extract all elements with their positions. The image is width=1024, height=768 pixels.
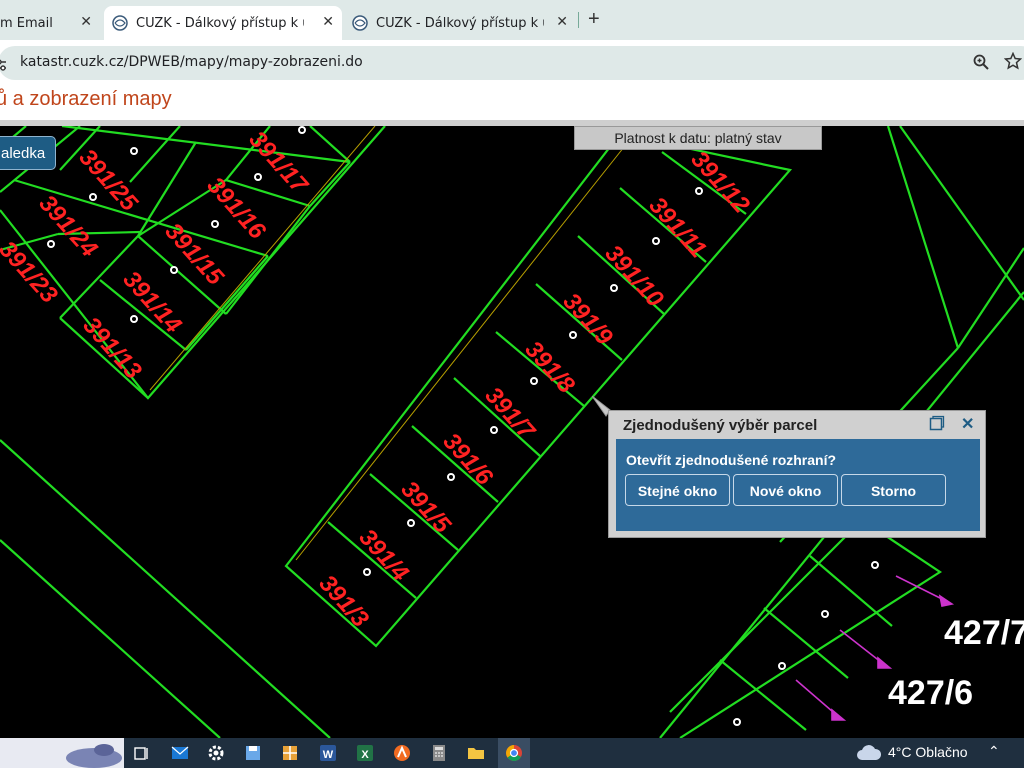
cuzk-favicon-icon (352, 15, 368, 31)
dialog-question: Otevřít zjednodušené rozhraní? (626, 452, 837, 468)
parcel-point (447, 473, 455, 481)
tab-separator (578, 12, 579, 28)
parcel-selection-dialog: Zjednodušený výběr parcel ✕ Otevřít zjed… (608, 410, 986, 538)
tab-title: ČÚZK - Dálkový přístup k údajů (136, 15, 304, 31)
parcel-label: 391/13 (78, 312, 148, 385)
new-window-button[interactable]: Nové okno (733, 474, 838, 506)
parcel-label: 427/6 (888, 674, 973, 712)
cancel-button[interactable]: Storno (841, 474, 946, 506)
taskbar: W X 4°C Oblačno ⌃ (0, 738, 1024, 768)
bookmark-star-icon[interactable] (1004, 52, 1022, 70)
cloud-icon[interactable] (856, 744, 882, 762)
parcel-point (821, 610, 829, 618)
validity-label: Platnost k datu: platný stav (574, 126, 822, 150)
chrome-icon[interactable] (504, 743, 524, 763)
dialog-title: Zjednodušený výběr parcel (623, 417, 818, 434)
page-title: ů a zobrazení mapy (0, 88, 172, 110)
address-bar-row: katastr.cuzk.cz/DPWEB/mapy/mapy-zobrazen… (0, 40, 1024, 86)
parcel-point (211, 220, 219, 228)
page-header: ů a zobrazení mapy (0, 86, 1024, 120)
parcel-label: 391/7 (480, 382, 541, 446)
disk-icon[interactable] (243, 743, 263, 763)
calculator-grid-icon[interactable] (280, 743, 300, 763)
address-bar[interactable]: katastr.cuzk.cz/DPWEB/mapy/mapy-zobrazen… (0, 46, 1024, 80)
task-view-icon[interactable] (132, 743, 152, 763)
parcel-point (130, 147, 138, 155)
parcel-point (130, 315, 138, 323)
parcel-point (89, 193, 97, 201)
parcel-labels-right: 427/7 427/6 (888, 614, 1024, 712)
parcel-point (778, 662, 786, 670)
parcel-label: 391/9 (558, 288, 619, 351)
parcel-label: 391/5 (396, 476, 457, 539)
svg-text:W: W (323, 749, 334, 761)
parcel-labels-center: 391/12 391/11 391/10 391/9 391/8 391/7 3… (314, 146, 756, 633)
search-nav-button[interactable]: aledka (0, 136, 56, 170)
parcel-point (569, 331, 577, 339)
weather-condition: Oblačno (915, 744, 968, 760)
avast-icon[interactable] (392, 743, 412, 763)
parcel-point (733, 718, 741, 726)
address-url[interactable]: katastr.cuzk.cz/DPWEB/mapy/mapy-zobrazen… (20, 54, 363, 70)
calculator-icon[interactable] (429, 743, 449, 763)
parcel-point (407, 519, 415, 527)
parcel-point (695, 187, 703, 195)
tab-close-icon[interactable]: ✕ (80, 14, 92, 30)
parcel-label: 391/10 (600, 240, 670, 313)
browser-tab-strip: m Email ✕ ČÚZK - Dálkový přístup k údajů… (0, 0, 1024, 40)
temperature-value: 4°C (888, 744, 912, 760)
tab-email[interactable]: m Email ✕ (0, 6, 100, 40)
tab-cuzk-active[interactable]: ČÚZK - Dálkový přístup k údajů ✕ (104, 6, 342, 40)
mail-icon[interactable] (170, 743, 190, 763)
cuzk-favicon-icon (112, 15, 128, 31)
parcel-label: 391/15 (160, 218, 230, 291)
settings-icon[interactable] (206, 743, 226, 763)
svg-text:X: X (361, 749, 369, 761)
tab-close-icon[interactable]: ✕ (322, 14, 334, 30)
parcel-label: 391/6 (438, 428, 499, 491)
parcel-point (530, 377, 538, 385)
dialog-body: Otevřít zjednodušené rozhraní? Stejné ok… (616, 439, 980, 531)
parcel-point (298, 126, 306, 134)
chevron-up-icon[interactable]: ⌃ (988, 743, 1000, 760)
parcel-label: 391/4 (354, 524, 414, 587)
parcel-point (610, 284, 618, 292)
file-explorer-icon[interactable] (466, 743, 486, 763)
parcel-point (490, 426, 498, 434)
parcel-label: 391/12 (686, 146, 756, 219)
parcel-label: 427/7 (944, 614, 1024, 652)
tab-title: ČÚZK - Dálkový přístup k údajů (376, 15, 544, 31)
maximize-icon[interactable] (929, 415, 945, 431)
parcel-point (363, 568, 371, 576)
excel-icon[interactable]: X (355, 743, 375, 763)
parcel-point (47, 240, 55, 248)
new-tab-button[interactable]: + (588, 8, 600, 31)
parcel-label: 391/3 (314, 570, 375, 633)
parcel-label: 391/11 (644, 192, 712, 263)
parcel-label: 391/8 (520, 336, 581, 399)
zoom-icon[interactable] (973, 54, 989, 70)
weather-temperature[interactable]: 4°C Oblačno (888, 744, 968, 760)
parcel-point (254, 173, 262, 181)
close-icon[interactable]: ✕ (961, 414, 974, 434)
word-icon[interactable]: W (318, 743, 338, 763)
parcel-point (170, 266, 178, 274)
same-window-button[interactable]: Stejné okno (625, 474, 730, 506)
tab-title: m Email (0, 15, 53, 31)
parcel-point (652, 237, 660, 245)
parcel-point (871, 561, 879, 569)
site-info-icon[interactable] (0, 59, 8, 71)
tab-cuzk[interactable]: ČÚZK - Dálkový přístup k údajů ✕ (344, 6, 576, 40)
taskbar-thumbnail[interactable] (0, 738, 124, 768)
thumbnail-image-icon (66, 744, 122, 768)
tab-close-icon[interactable]: ✕ (556, 14, 568, 30)
